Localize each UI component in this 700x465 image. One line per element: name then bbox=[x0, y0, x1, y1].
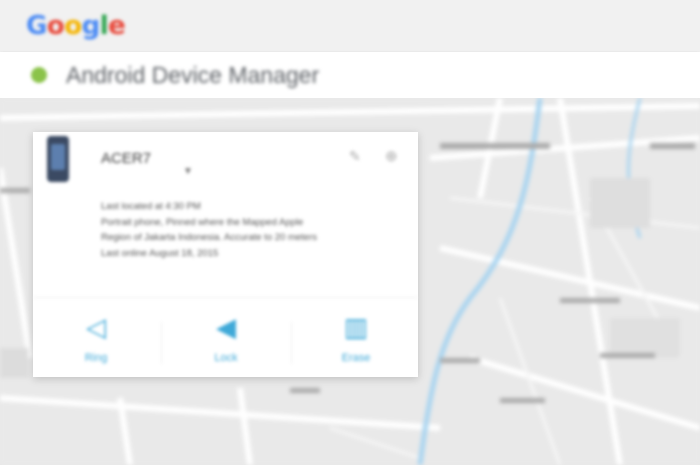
lock-button[interactable]: ◀ Lock bbox=[181, 312, 271, 372]
location-line: Portrait phone, Pinned where the Mapped … bbox=[101, 216, 304, 228]
google-logo[interactable]: Google bbox=[26, 8, 126, 44]
card-divider bbox=[33, 297, 418, 298]
erase-icon: ▥ bbox=[343, 312, 369, 342]
location-line: Last online August 18, 2015 bbox=[101, 247, 219, 259]
location-details: Last located at 4:30 PM Portrait phone, … bbox=[101, 199, 411, 261]
location-line: Last located at 4:30 PM bbox=[101, 201, 201, 212]
edit-icon[interactable]: ✎ bbox=[349, 148, 361, 165]
lock-label: Lock bbox=[214, 352, 238, 364]
google-top-bar: Google bbox=[0, 0, 700, 52]
app-title-bar: Android Device Manager bbox=[0, 52, 700, 98]
action-separator bbox=[291, 322, 292, 364]
device-name[interactable]: ACER7 bbox=[101, 149, 151, 169]
device-info-card: ACER7 ▼ ✎ ⊕ Last located at 4:30 PM Port… bbox=[33, 132, 418, 377]
action-separator bbox=[161, 322, 162, 364]
locate-icon[interactable]: ⊕ bbox=[385, 147, 398, 165]
location-line: Region of Jakarta Indonesia. Accurate to… bbox=[101, 232, 317, 243]
app-title: Android Device Manager bbox=[66, 62, 320, 88]
lock-icon: ◀ bbox=[216, 312, 236, 342]
phone-icon bbox=[47, 136, 69, 182]
ring-label: Ring bbox=[84, 352, 108, 364]
ring-button[interactable]: ◁ Ring bbox=[51, 312, 141, 372]
android-icon bbox=[31, 67, 47, 83]
chevron-down-icon[interactable]: ▼ bbox=[183, 166, 193, 177]
ring-icon: ◁ bbox=[86, 312, 106, 342]
erase-button[interactable]: ▥ Erase bbox=[311, 312, 401, 372]
erase-label: Erase bbox=[341, 352, 371, 364]
